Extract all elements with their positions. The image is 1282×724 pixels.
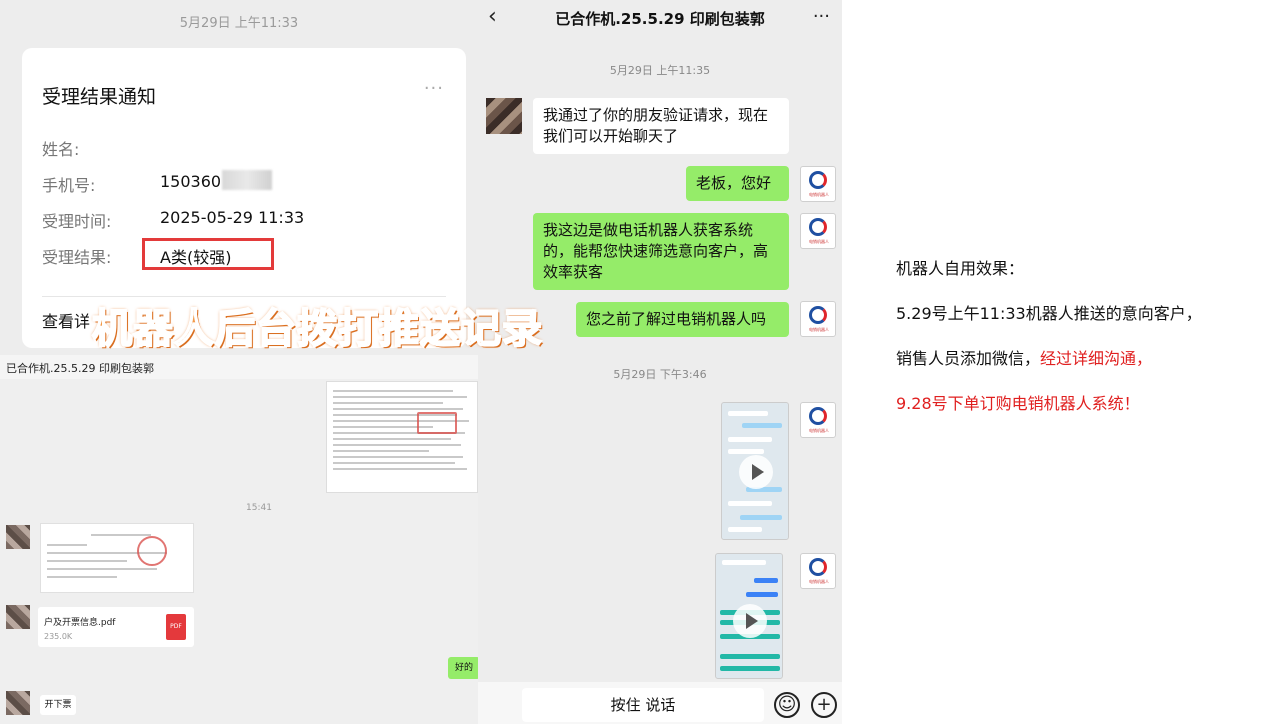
contact-avatar[interactable] — [486, 98, 522, 134]
note-line-3: 销售人员添加微信，经过详细沟通， — [896, 348, 1276, 370]
avatar[interactable] — [6, 525, 30, 549]
company-logo-avatar[interactable]: 电销机器人 — [800, 402, 836, 438]
sent-message-bubble[interactable]: 好的 — [448, 657, 480, 679]
contract-image-thumbnail[interactable] — [326, 381, 478, 493]
result-label: 受理结果: — [42, 248, 112, 267]
name-label: 姓名: — [42, 140, 80, 159]
company-logo-avatar[interactable]: 电销机器人 — [800, 553, 836, 589]
invoice-image-thumbnail[interactable] — [40, 523, 194, 593]
avatar[interactable] — [6, 691, 30, 715]
avatar[interactable] — [6, 605, 30, 629]
file-size: 235.0K — [44, 632, 73, 641]
phone-value: 150360 — [160, 172, 222, 191]
message-time: 5月29日 上午11:35 — [609, 64, 711, 77]
accept-time-label: 受理时间: — [42, 212, 112, 231]
file-name: 户及开票信息.pdf — [44, 618, 116, 628]
note-line-3-b: 经过详细沟通， — [1040, 349, 1153, 368]
company-logo-avatar[interactable]: 电销机器人 — [800, 166, 836, 202]
sent-message-bubble[interactable]: 您之前了解过电销机器人吗 — [576, 302, 789, 337]
pdf-icon: PDF — [166, 614, 186, 640]
company-logo-avatar[interactable]: 电销机器人 — [800, 213, 836, 249]
note-line-2: 5.29号上午11:33机器人推送的意向客户， — [896, 304, 1202, 323]
received-message-bubble[interactable]: 我通过了你的朋友验证请求，现在我们可以开始聊天了 — [533, 98, 789, 154]
chat-timestamp: 15:41 — [246, 503, 272, 513]
more-icon[interactable]: ··· — [813, 6, 830, 27]
screenshot-canvas: 5月29日 上午11:33 受理结果通知 ··· 姓名: 手机号: 150360… — [0, 0, 1282, 724]
note-line-3-a: 销售人员添加微信， — [896, 349, 1041, 368]
hold-to-talk-button[interactable]: 按住 说话 — [522, 688, 764, 722]
sent-message-bubble[interactable]: 老板，您好 — [686, 166, 789, 201]
plus-icon[interactable]: + — [811, 692, 837, 718]
message-time: 5月29日 上午11:33 — [179, 16, 299, 31]
card-title: 受理结果通知 — [42, 86, 157, 108]
play-icon[interactable] — [739, 455, 773, 489]
phone-redaction — [222, 170, 272, 190]
play-icon[interactable] — [733, 604, 767, 638]
accept-time-value: 2025-05-29 11:33 — [160, 208, 305, 227]
received-message-bubble[interactable]: 开下票 — [40, 695, 76, 715]
overlay-caption: 机器人后台拨打推送记录 — [91, 305, 543, 353]
view-detail-link[interactable]: 查看详 — [42, 308, 90, 332]
file-message[interactable]: 户及开票信息.pdf 235.0K PDF — [38, 607, 194, 647]
video-message[interactable] — [715, 553, 783, 679]
note-line-1: 机器人自用效果： — [896, 259, 1025, 278]
commentary-notes: 机器人自用效果： 5.29号上午11:33机器人推送的意向客户， 销售人员添加微… — [896, 258, 1276, 438]
video-message[interactable] — [721, 402, 789, 540]
result-value: A类(较强) — [160, 248, 232, 267]
message-time: 5月29日 下午3:46 — [613, 368, 707, 381]
group-chat-title: 已合作机.25.5.29 印刷包装郭 — [6, 362, 154, 375]
chat-title: 已合作机.25.5.29 印刷包装郭 — [555, 10, 765, 28]
company-logo-avatar[interactable]: 电销机器人 — [800, 301, 836, 337]
sent-message-bubble[interactable]: 我这边是做电话机器人获客系统的，能帮您快速筛选意向客户，高效率获客 — [533, 213, 789, 290]
group-chat-panel: 已合作机.25.5.29 印刷包装郭 ··· 15:41 — [0, 355, 518, 724]
note-line-4: 9.28号下单订购电销机器人系统！ — [896, 394, 1140, 413]
emoji-icon[interactable]: ☺ — [774, 692, 800, 718]
phone-label: 手机号: — [42, 176, 96, 195]
more-icon[interactable]: ··· — [424, 78, 444, 99]
wechat-chat-panel: ‹ 已合作机.25.5.29 印刷包装郭 ··· 5月29日 上午11:35 我… — [478, 0, 842, 724]
